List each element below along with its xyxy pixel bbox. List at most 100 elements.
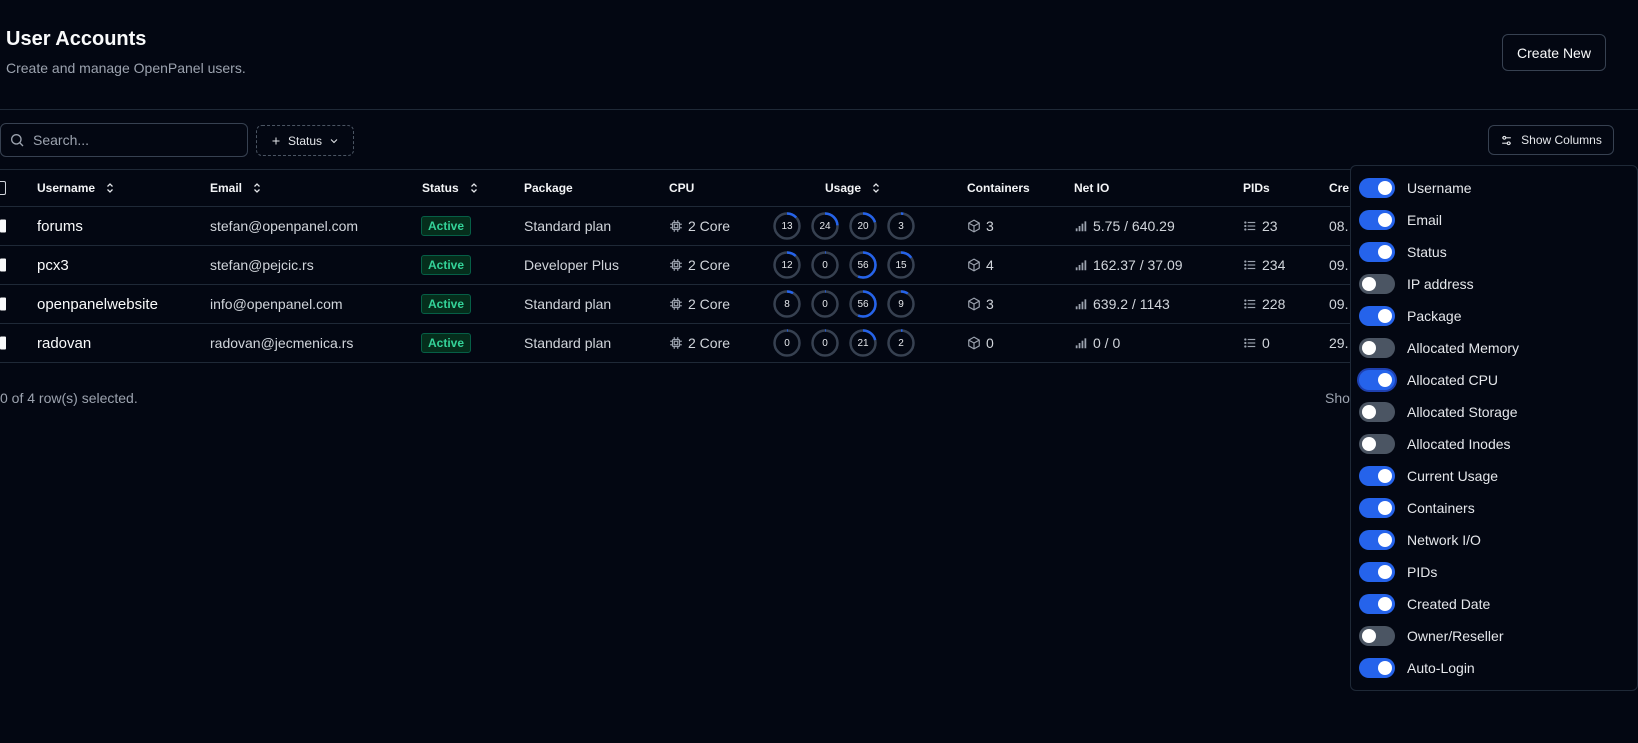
column-toggle-item[interactable]: Email [1351, 204, 1637, 236]
username-cell[interactable]: radovan [37, 335, 91, 352]
sort-icon [254, 183, 260, 193]
package-cell: Developer Plus [524, 257, 619, 273]
column-toggle-item[interactable]: Current Usage [1351, 460, 1637, 492]
toggle-switch[interactable] [1359, 626, 1395, 646]
net-io-cell: 0 / 0 [1093, 335, 1121, 351]
column-toggle-item[interactable]: Network I/O [1351, 524, 1637, 556]
box-icon [968, 219, 980, 233]
column-toggle-item[interactable]: Allocated Memory [1351, 332, 1637, 364]
username-cell[interactable]: openpanelwebsite [37, 296, 158, 313]
usage-ring: 20 [849, 212, 877, 240]
column-toggle-item[interactable]: Allocated Storage [1351, 396, 1637, 428]
column-toggle-label: PIDs [1407, 564, 1438, 580]
column-toggle-item[interactable]: PIDs [1351, 556, 1637, 588]
column-toggle-label: Allocated Inodes [1407, 436, 1511, 452]
column-toggle-item[interactable]: Containers [1351, 492, 1637, 524]
toggle-switch[interactable] [1359, 466, 1395, 486]
pids-cell: 234 [1262, 257, 1286, 273]
column-toggle-label: Status [1407, 244, 1447, 260]
toggle-knob [1378, 469, 1392, 483]
usage-value: 20 [857, 220, 869, 232]
usage-ring: 15 [887, 251, 915, 279]
status-filter-button[interactable]: Status [256, 125, 354, 156]
sort-icon [873, 183, 879, 193]
column-toggle-item[interactable]: IP address [1351, 268, 1637, 300]
usage-ring: 0 [773, 329, 801, 357]
column-toggle-item[interactable]: Created Date [1351, 588, 1637, 620]
toggle-switch[interactable] [1359, 530, 1395, 550]
usage-ring: 24 [811, 212, 839, 240]
column-toggle-label: Created Date [1407, 596, 1491, 612]
box-icon [968, 258, 980, 272]
toggle-knob [1378, 565, 1392, 579]
username-cell[interactable]: pcx3 [37, 257, 69, 274]
search-input[interactable] [33, 132, 233, 148]
row-checkbox[interactable] [0, 258, 6, 272]
column-toggle-item[interactable]: Allocated CPU [1351, 364, 1637, 396]
column-toggle-label: IP address [1407, 276, 1474, 292]
usage-ring: 0 [811, 251, 839, 279]
search-box[interactable] [0, 123, 248, 157]
username-cell[interactable]: forums [37, 218, 83, 235]
column-toggle-item[interactable]: Status [1351, 236, 1637, 268]
usage-value: 56 [857, 259, 869, 271]
column-toggle-label: Network I/O [1407, 532, 1481, 548]
column-toggle-item[interactable]: Allocated Inodes [1351, 428, 1637, 460]
usage-ring: 12 [773, 251, 801, 279]
usage-value: 0 [822, 259, 828, 271]
toggle-switch[interactable] [1359, 242, 1395, 262]
toggle-switch[interactable] [1359, 178, 1395, 198]
column-toggle-item[interactable]: Owner/Reseller [1351, 620, 1637, 652]
usage-ring: 8 [773, 290, 801, 318]
containers-cell: 0 [986, 335, 994, 351]
box-icon [968, 336, 980, 350]
column-toggle-label: Auto-Login [1407, 660, 1475, 676]
column-toggle-item[interactable]: Package [1351, 300, 1637, 332]
toggle-knob [1378, 309, 1392, 323]
status-badge: Active [421, 216, 472, 236]
toggle-switch[interactable] [1359, 402, 1395, 422]
cpu-cell: 2 Core [688, 218, 731, 234]
usage-value: 56 [857, 298, 869, 310]
column-toggle-label: Current Usage [1407, 468, 1499, 484]
th-usage[interactable]: Usage [825, 170, 882, 206]
page-title: User Accounts [6, 28, 147, 50]
column-toggle-item[interactable]: Username [1351, 172, 1637, 204]
column-toggle-label: Allocated Memory [1407, 340, 1520, 356]
usage-ring: 13 [773, 212, 801, 240]
show-columns-button[interactable]: Show Columns [1488, 125, 1614, 155]
toggle-knob [1378, 533, 1392, 547]
create-new-button[interactable]: Create New [1502, 34, 1606, 71]
row-checkbox[interactable] [0, 336, 6, 350]
column-toggle-item[interactable]: Auto-Login [1351, 652, 1637, 684]
toggle-switch[interactable] [1359, 498, 1395, 518]
select-all-checkbox[interactable] [0, 181, 6, 195]
toggle-switch[interactable] [1359, 370, 1395, 390]
toggle-switch[interactable] [1359, 306, 1395, 326]
th-net-io: Net IO [1074, 181, 1110, 195]
settings-sliders-icon [1502, 135, 1511, 145]
toggle-switch[interactable] [1359, 338, 1395, 358]
cpu-icon [670, 220, 682, 232]
email-cell: stefan@openpanel.com [210, 218, 359, 234]
toggle-switch[interactable] [1359, 658, 1395, 678]
net-io-cell: 162.37 / 37.09 [1093, 257, 1183, 273]
row-checkbox[interactable] [0, 219, 6, 233]
th-username[interactable]: Username [37, 170, 116, 206]
email-cell: radovan@jecmenica.rs [210, 335, 354, 351]
usage-value: 13 [781, 220, 793, 232]
th-email[interactable]: Email [210, 170, 263, 206]
toggle-switch[interactable] [1359, 434, 1395, 454]
usage-ring: 21 [849, 329, 877, 357]
toggle-switch[interactable] [1359, 274, 1395, 294]
th-status[interactable]: Status [422, 170, 480, 206]
usage-ring: 56 [849, 251, 877, 279]
toggle-switch[interactable] [1359, 210, 1395, 230]
row-checkbox[interactable] [0, 297, 6, 311]
toggle-switch[interactable] [1359, 594, 1395, 614]
cpu-icon [670, 298, 682, 310]
cpu-cell: 2 Core [688, 296, 731, 312]
toggle-switch[interactable] [1359, 562, 1395, 582]
column-toggle-label: Username [1407, 180, 1472, 196]
selection-count: 0 of 4 row(s) selected. [0, 390, 138, 406]
